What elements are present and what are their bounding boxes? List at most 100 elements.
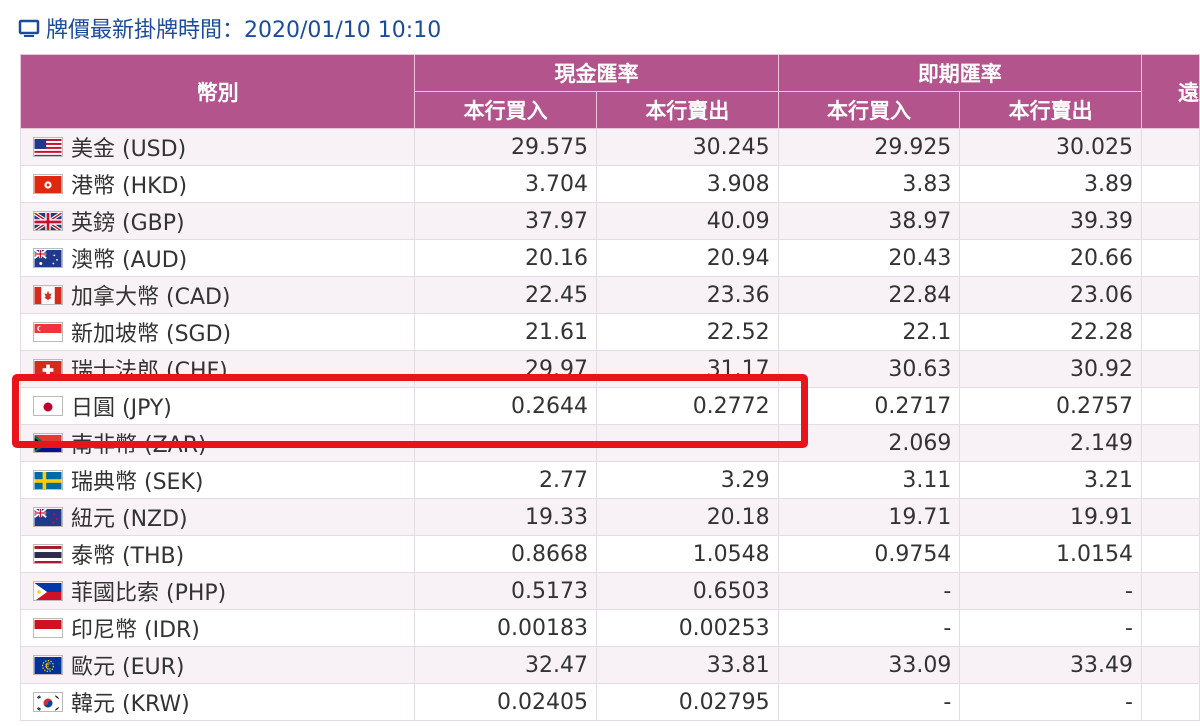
rate-row: 美金 (USD) 29.575 30.245 29.925 30.025 [19,128,1200,166]
monitor-icon [18,19,40,37]
currency-name: 南非幣 (ZAR) [71,433,207,458]
currency-cell-content: 日圓 (JPY) [22,390,414,422]
partial-column-cell [1140,239,1200,277]
currency-cell-content: 澳幣 (AUD) [22,242,414,274]
se-flag-icon [33,470,63,490]
spot-sell-cell: - [959,572,1142,610]
currency-cell: 瑞士法郎 (CHF) [19,350,416,388]
currency-name: 日圓 (JPY) [71,396,172,421]
spot-sell-cell: 22.28 [959,313,1142,351]
spot-sell-cell: - [959,609,1142,647]
cash-sell-cell: 3.908 [595,165,779,203]
currency-cell: 菲國比索 (PHP) [19,572,416,610]
partial-column-cell [1140,350,1200,388]
cash-buy-cell: 19.33 [414,498,597,536]
currency-cell: 日圓 (JPY) [19,387,416,425]
rate-update-header: 牌價最新掛牌時間：2020/01/10 10:10 [18,12,441,44]
cash-sell-cell: 20.18 [595,498,779,536]
currency-name: 美金 (USD) [71,137,187,162]
spot-buy-cell: 19.71 [777,498,961,536]
spot-buy-cell: 0.2717 [777,387,961,425]
spot-buy-cell: 22.1 [777,313,961,351]
currency-cell-content: 新加坡幣 (SGD) [22,316,414,348]
currency-name: 印尼幣 (IDR) [71,618,200,643]
currency-cell-content: 印尼幣 (IDR) [22,612,414,644]
cash-sell-cell: 31.17 [595,350,779,388]
currency-cell: 瑞典幣 (SEK) [19,461,416,499]
spot-sell-cell: 19.91 [959,498,1142,536]
spot-sell-cell: 33.49 [959,646,1142,684]
cash-sell-cell: 0.2772 [595,387,779,425]
currency-name: 泰幣 (THB) [71,544,185,569]
spot-buy-cell: - [777,609,961,647]
spot-buy-cell: 0.9754 [777,535,961,573]
currency-cell: 韓元 (KRW) [19,683,416,721]
currency-name: 澳幣 (AUD) [71,248,188,273]
currency-name: 加拿大幣 (CAD) [71,285,231,310]
rate-row: 港幣 (HKD) 3.704 3.908 3.83 3.89 [19,165,1200,203]
hk-flag-icon [33,174,63,194]
currency-cell: 美金 (USD) [19,128,416,166]
exchange-rate-table: 幣別 現金匯率 即期匯率 遠 本行買入 本行賣出 本行買入 本行賣出 美金 (U… [19,54,1200,721]
eu-flag-icon: € [33,655,63,675]
spot-buy-cell: 3.83 [777,165,961,203]
ph-flag-icon [33,581,63,601]
ca-flag-icon [33,285,63,305]
jp-flag-icon [33,396,63,416]
cash-buy-cell: - [414,424,597,462]
cash-buy-cell: 2.77 [414,461,597,499]
spot-sell-cell: 30.92 [959,350,1142,388]
partial-column-cell [1140,535,1200,573]
rate-row: 瑞士法郎 (CHF) 29.97 31.17 30.63 30.92 [19,350,1200,388]
cash-sell-cell: - [595,424,779,462]
cash-buy-header: 本行買入 [414,91,597,129]
svg-text:€: € [45,662,51,673]
cash-sell-cell: 23.36 [595,276,779,314]
cash-buy-cell: 29.97 [414,350,597,388]
spot-buy-cell: - [777,683,961,721]
partial-column-cell [1140,202,1200,240]
cash-buy-cell: 0.02405 [414,683,597,721]
currency-name: 英鎊 (GBP) [71,211,185,236]
currency-name: 瑞典幣 (SEK) [71,470,204,495]
currency-cell-content: 韓元 (KRW) [22,686,414,718]
currency-cell-content: 瑞士法郎 (CHF) [22,353,414,385]
nz-flag-icon [33,507,63,527]
currency-cell: 新加坡幣 (SGD) [19,313,416,351]
th-flag-icon [33,544,63,564]
za-flag-icon [33,433,63,453]
currency-cell-content: 瑞典幣 (SEK) [22,464,414,496]
currency-cell-content: 南非幣 (ZAR) [22,427,414,459]
currency-cell: 澳幣 (AUD) [19,239,416,277]
spot-buy-cell: 3.11 [777,461,961,499]
partial-column-cell [1140,276,1200,314]
cash-sell-cell: 0.00253 [595,609,779,647]
gb-flag-icon [33,211,63,231]
cash-sell-cell: 0.6503 [595,572,779,610]
spot-sell-cell: - [959,683,1142,721]
spot-buy-cell: - [777,572,961,610]
cash-sell-cell: 0.02795 [595,683,779,721]
spot-sell-cell: 3.21 [959,461,1142,499]
rate-row: € 歐元 (EUR) 32.47 33.81 33.09 33.49 [19,646,1200,684]
currency-cell-content: 美金 (USD) [22,131,414,163]
spot-sell-cell: 1.0154 [959,535,1142,573]
spot-buy-cell: 30.63 [777,350,961,388]
currency-name: 韓元 (KRW) [71,692,190,717]
currency-cell: 加拿大幣 (CAD) [19,276,416,314]
spot-buy-header: 本行買入 [777,91,961,129]
partial-column-cell [1140,683,1200,721]
cash-sell-header: 本行賣出 [595,91,779,129]
rate-row: 菲國比索 (PHP) 0.5173 0.6503- - [19,572,1200,610]
ch-flag-icon [33,359,63,379]
spot-sell-cell: 30.025 [959,128,1142,166]
rate-rows: 美金 (USD) 29.575 30.245 29.925 30.025 港幣 (HKD)… [19,128,1200,721]
partial-column-cell [1140,424,1200,462]
spot-buy-cell: 29.925 [777,128,961,166]
rate-row: 瑞典幣 (SEK) 2.77 3.29 3.11 3.21 [19,461,1200,499]
rate-row: 紐元 (NZD) 19.33 20.18 19.71 19.91 [19,498,1200,536]
partial-column-cell [1140,313,1200,351]
rate-row: 泰幣 (THB) 0.8668 1.0548 0.9754 1.0154 [19,535,1200,573]
spot-sell-cell: 20.66 [959,239,1142,277]
cash-sell-cell: 30.245 [595,128,779,166]
